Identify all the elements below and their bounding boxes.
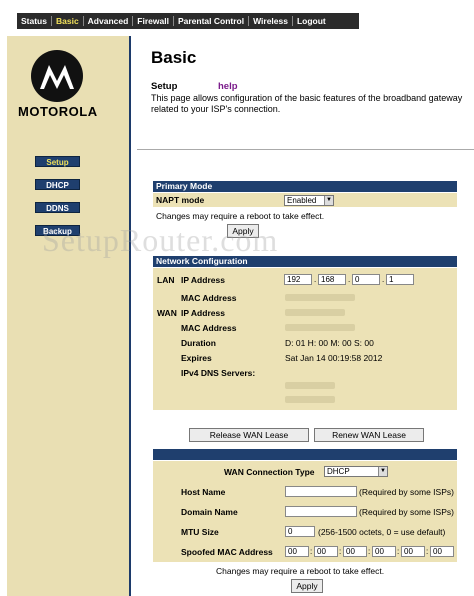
lan-label: LAN [157, 275, 175, 285]
host-name-hint: (Required by some ISPs) [359, 487, 454, 497]
spoofed-mac-octet-1[interactable]: 00 [285, 546, 309, 557]
ip-dot: . [382, 275, 385, 284]
sidebar-ddns-button[interactable]: DDNS [35, 202, 80, 213]
napt-mode-select[interactable]: Enabled ▼ [284, 195, 334, 206]
wan-type-label: WAN Connection Type [224, 467, 315, 477]
domain-name-label: Domain Name [181, 507, 238, 517]
batwing-icon [40, 65, 74, 89]
reboot-note: Changes may require a reboot to take eff… [156, 211, 325, 221]
redacted-value [285, 396, 335, 403]
chevron-down-icon: ▼ [378, 467, 387, 476]
napt-mode-label: NAPT mode [156, 195, 205, 205]
nav-advanced[interactable]: Advanced [84, 13, 133, 29]
redacted-value [285, 309, 345, 316]
mtu-size-hint: (256-1500 octets, 0 = use default) [318, 527, 446, 537]
sidebar-setup-button[interactable]: Setup [35, 156, 80, 167]
wan-type-select[interactable]: DHCP ▼ [324, 466, 388, 477]
lan-ip-label: IP Address [181, 275, 225, 285]
help-link[interactable]: help [218, 81, 238, 92]
ip-dot: . [348, 275, 351, 284]
nav-logout[interactable]: Logout [293, 13, 330, 29]
redacted-value [285, 324, 355, 331]
redacted-value [285, 294, 355, 301]
mac-separator: : [310, 547, 313, 556]
page-title: Basic [151, 48, 197, 67]
ip-dot: . [314, 275, 317, 284]
spoofed-mac-label: Spoofed MAC Address [181, 547, 273, 557]
domain-name-hint: (Required by some ISPs) [359, 507, 454, 517]
section-label: Setup [151, 81, 178, 92]
motorola-logo-icon [31, 50, 83, 102]
renew-wan-lease-button[interactable]: Renew WAN Lease [314, 428, 424, 442]
mac-separator: : [397, 547, 400, 556]
brand-wordmark: MOTOROLA [18, 104, 98, 119]
duration-label: Duration [181, 338, 216, 348]
duration-value: D: 01 H: 00 M: 00 S: 00 [285, 338, 374, 348]
domain-name-input[interactable] [285, 506, 357, 517]
nav-basic[interactable]: Basic [52, 13, 83, 29]
expires-value: Sat Jan 14 00:19:58 2012 [285, 353, 383, 363]
lan-ip-octet-2[interactable]: 168 [318, 274, 346, 285]
lan-mac-label: MAC Address [181, 293, 237, 303]
wan-ip-label: IP Address [181, 308, 225, 318]
expires-label: Expires [181, 353, 212, 363]
mac-separator: : [339, 547, 342, 556]
mtu-size-label: MTU Size [181, 527, 219, 537]
page-description: This page allows configuration of the ba… [151, 93, 463, 114]
lan-ip-octet-4[interactable]: 1 [386, 274, 414, 285]
nav-wireless[interactable]: Wireless [249, 13, 292, 29]
nav-parental-control[interactable]: Parental Control [174, 13, 248, 29]
mtu-size-input[interactable]: 0 [285, 526, 315, 537]
host-name-label: Host Name [181, 487, 226, 497]
nav-firewall[interactable]: Firewall [133, 13, 173, 29]
divider [137, 149, 474, 150]
napt-mode-value: Enabled [287, 196, 317, 205]
apply-button[interactable]: Apply [291, 579, 323, 593]
top-navigation: Status Basic Advanced Firewall Parental … [17, 13, 359, 29]
wan-type-value: DHCP [327, 467, 350, 476]
sidebar: MOTOROLA Setup DHCP DDNS Backup [7, 36, 131, 596]
wan-label: WAN [157, 308, 177, 318]
mac-separator: : [368, 547, 371, 556]
lan-ip-octet-1[interactable]: 192 [284, 274, 312, 285]
redacted-value [285, 382, 335, 389]
nav-status[interactable]: Status [17, 13, 51, 29]
reboot-note: Changes may require a reboot to take eff… [216, 566, 385, 576]
host-name-input[interactable] [285, 486, 357, 497]
primary-mode-header: Primary Mode [153, 181, 457, 192]
sidebar-dhcp-button[interactable]: DHCP [35, 179, 80, 190]
network-config-header: Network Configuration [153, 256, 457, 267]
spoofed-mac-octet-4[interactable]: 00 [372, 546, 396, 557]
spoofed-mac-octet-2[interactable]: 00 [314, 546, 338, 557]
spoofed-mac-octet-6[interactable]: 00 [430, 546, 454, 557]
watermark: SetupRouter.com [42, 222, 279, 258]
release-wan-lease-button[interactable]: Release WAN Lease [189, 428, 309, 442]
spoofed-mac-octet-3[interactable]: 00 [343, 546, 367, 557]
wan-mac-label: MAC Address [181, 323, 237, 333]
chevron-down-icon: ▼ [324, 196, 333, 205]
lan-ip-octet-3[interactable]: 0 [352, 274, 380, 285]
mac-separator: : [426, 547, 429, 556]
wan-connection-header [153, 449, 457, 460]
dns-servers-label: IPv4 DNS Servers: [181, 368, 256, 378]
spoofed-mac-octet-5[interactable]: 00 [401, 546, 425, 557]
